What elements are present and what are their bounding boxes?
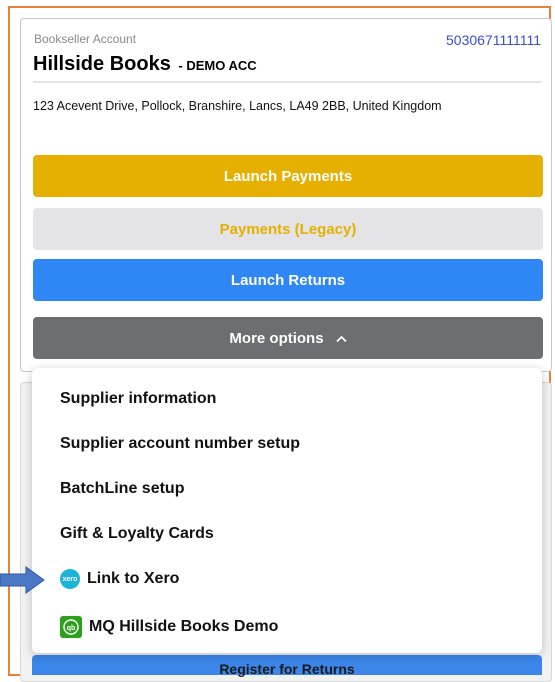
register-returns-button[interactable]: Register for Returns	[32, 655, 542, 677]
xero-icon: xero	[60, 569, 80, 589]
account-address: 123 Acevent Drive, Pollock, Branshire, L…	[33, 99, 442, 113]
register-returns-label: Register for Returns	[219, 661, 355, 677]
menu-item-label: MQ Hillside Books Demo	[89, 618, 279, 635]
payments-legacy-label: Payments (Legacy)	[219, 220, 357, 238]
launch-returns-label: Launch Returns	[230, 271, 346, 289]
launch-payments-button[interactable]: Launch Payments	[33, 155, 543, 197]
account-name: Hillside Books	[33, 53, 171, 75]
divider	[33, 81, 541, 83]
account-number: 5030671111111	[446, 32, 541, 48]
launch-returns-button[interactable]: Launch Returns	[33, 259, 543, 301]
payments-legacy-button[interactable]: Payments (Legacy)	[33, 208, 543, 250]
account-label: Bookseller Account	[34, 32, 137, 46]
menu-item-batchline-setup[interactable]: BatchLine setup	[60, 480, 184, 498]
more-options-button[interactable]: More options	[33, 317, 543, 359]
account-name-heading: Hillside Books - DEMO ACC	[33, 53, 257, 76]
annotation-arrow-icon	[0, 566, 45, 594]
quickbooks-icon: qb	[60, 616, 82, 638]
more-options-label: More options	[229, 329, 324, 347]
menu-item-gift-loyalty-cards[interactable]: Gift & Loyalty Cards	[60, 525, 214, 543]
menu-item-label: BatchLine setup	[60, 480, 185, 497]
menu-item-label: Gift & Loyalty Cards	[60, 525, 214, 542]
menu-item-label: Link to Xero	[87, 570, 180, 587]
menu-item-supplier-information[interactable]: Supplier information	[60, 390, 216, 408]
menu-item-label: Supplier account number setup	[60, 435, 301, 452]
menu-item-supplier-account-number-setup[interactable]: Supplier account number setup	[60, 435, 300, 453]
quickbooks-icon-text: qb	[67, 625, 76, 632]
launch-payments-label: Launch Payments	[223, 167, 353, 185]
more-options-dropdown: Supplier information Supplier account nu…	[32, 368, 542, 653]
menu-item-mq-hillside-books-demo[interactable]: qb MQ Hillside Books Demo	[60, 616, 278, 638]
chevron-up-icon	[335, 331, 347, 346]
account-card: Bookseller Account 5030671111111 Hillsid…	[20, 18, 552, 372]
demo-tag: - DEMO ACC	[178, 58, 257, 73]
menu-item-label: Supplier information	[60, 390, 217, 407]
menu-item-link-to-xero[interactable]: xero Link to Xero	[60, 569, 179, 589]
